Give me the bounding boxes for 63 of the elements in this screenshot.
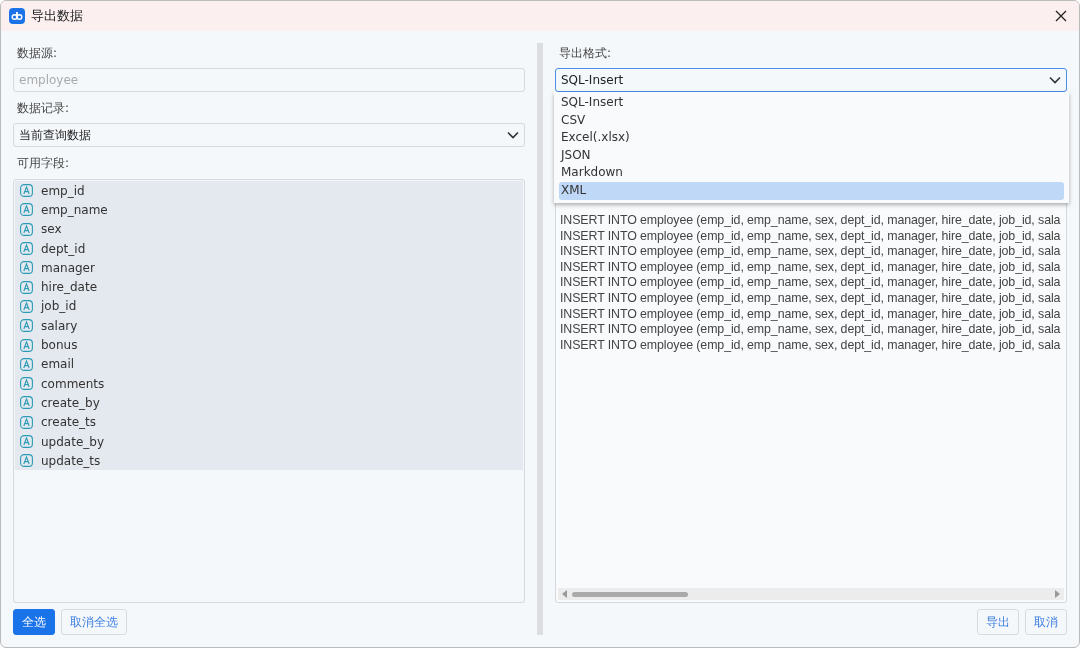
text-type-icon bbox=[20, 396, 33, 410]
scroll-right-icon[interactable] bbox=[1054, 590, 1060, 598]
text-type-icon bbox=[20, 242, 33, 256]
text-type-icon bbox=[20, 454, 33, 468]
text-type-icon bbox=[20, 357, 33, 371]
field-item[interactable]: comments bbox=[15, 373, 523, 394]
code-line: INSERT INTO employee (emp_id, emp_name, sex, dept_id, manager, hire_date, job_id, sala bbox=[560, 306, 1062, 323]
dropdown-option[interactable]: CSV bbox=[559, 111, 1064, 130]
field-item[interactable]: create_by bbox=[15, 393, 523, 413]
format-dropdown[interactable]: SQL-Insert bbox=[555, 68, 1067, 92]
field-item[interactable]: create_ts bbox=[15, 412, 523, 432]
window-title: 导出数据 bbox=[31, 7, 83, 25]
dropdown-option[interactable]: Excel(.xlsx) bbox=[559, 129, 1064, 147]
field-item[interactable]: emp_id bbox=[15, 181, 523, 201]
field-label: 可用字段: bbox=[16, 155, 71, 172]
text-type-icon bbox=[20, 415, 33, 429]
field-item[interactable]: salary bbox=[15, 316, 523, 336]
field-item[interactable]: hire_date bbox=[15, 277, 523, 297]
code-line: INSERT INTO employee (emp_id, emp_name, sex, dept_id, manager, hire_date, job_id, sala bbox=[560, 259, 1062, 276]
action-button[interactable]: 取消全选 bbox=[61, 609, 127, 635]
field-item[interactable]: emp_name bbox=[15, 200, 523, 220]
code-line: INSERT INTO employee (emp_id, emp_name, sex, dept_id, manager, hire_date, job_id, sala bbox=[560, 213, 1062, 229]
field-item[interactable]: sex bbox=[15, 219, 523, 239]
field-label: 数据记录: bbox=[16, 100, 71, 117]
text-type-icon bbox=[20, 377, 33, 391]
text-type-icon bbox=[20, 338, 33, 352]
chevron-down-icon bbox=[1049, 76, 1061, 84]
field-item[interactable]: manager bbox=[15, 258, 523, 278]
field-item[interactable]: update_by bbox=[15, 431, 523, 452]
code-line: INSERT INTO employee (emp_id, emp_name, sex, dept_id, manager, hire_date, job_id, sala bbox=[560, 228, 1062, 245]
records-dropdown[interactable]: 当前查询数据 bbox=[13, 123, 525, 147]
code-line: INSERT INTO employee (emp_id, emp_name, sex, dept_id, manager, hire_date, job_id, sala bbox=[560, 290, 1062, 307]
text-type-icon bbox=[20, 184, 33, 198]
text-type-icon bbox=[20, 299, 33, 313]
dropdown-option[interactable]: SQL-Insert bbox=[559, 94, 1064, 112]
field-item[interactable]: bonus bbox=[15, 335, 523, 355]
field-label: 导出格式: bbox=[558, 45, 613, 62]
field-item[interactable]: update_ts bbox=[15, 451, 523, 471]
field-item[interactable]: dept_id bbox=[15, 238, 523, 259]
field-item[interactable]: email bbox=[15, 354, 523, 374]
action-button[interactable]: 导出 bbox=[977, 609, 1019, 635]
code-line: INSERT INTO employee (emp_id, emp_name, sex, dept_id, manager, hire_date, job_id, sala bbox=[560, 322, 1062, 338]
text-type-icon bbox=[20, 319, 33, 333]
app-logo-icon bbox=[9, 8, 25, 24]
action-button[interactable]: 全选 bbox=[13, 609, 55, 635]
field-item[interactable]: job_id bbox=[15, 296, 523, 317]
text-type-icon bbox=[20, 435, 33, 448]
code-line: INSERT INTO employee (emp_id, emp_name, sex, dept_id, manager, hire_date, job_id, sala bbox=[560, 275, 1062, 291]
scroll-left-icon[interactable] bbox=[562, 590, 568, 598]
horizontal-scrollbar[interactable] bbox=[558, 588, 1064, 600]
code-line: INSERT INTO employee (emp_id, emp_name, sex, dept_id, manager, hire_date, job_id, sala bbox=[560, 337, 1062, 354]
text-type-icon bbox=[20, 222, 33, 236]
dropdown-option[interactable]: JSON bbox=[559, 146, 1064, 165]
chevron-down-icon bbox=[507, 131, 519, 139]
text-type-icon bbox=[20, 203, 33, 217]
field-label: 数据源: bbox=[16, 45, 59, 62]
action-button[interactable]: 取消 bbox=[1025, 609, 1067, 635]
dropdown-option[interactable]: Markdown bbox=[559, 164, 1064, 182]
data-source-field[interactable]: employee bbox=[13, 68, 525, 92]
text-type-icon bbox=[20, 261, 33, 275]
text-type-icon bbox=[20, 280, 33, 294]
dropdown-option[interactable]: XML bbox=[559, 181, 1064, 200]
code-line: INSERT INTO employee (emp_id, emp_name, sex, dept_id, manager, hire_date, job_id, sala bbox=[560, 244, 1062, 260]
